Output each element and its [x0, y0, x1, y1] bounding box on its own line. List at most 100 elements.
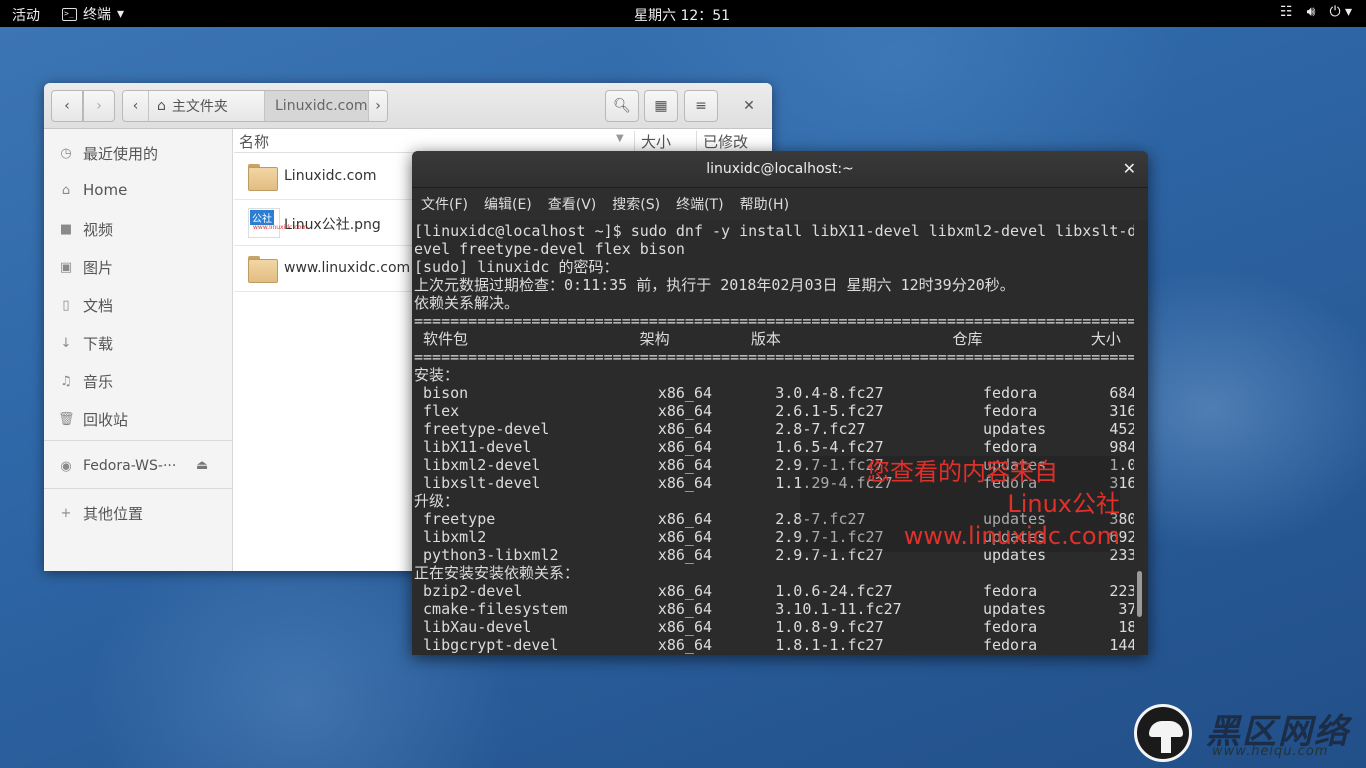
terminal-menu-item[interactable]: 文件(F) [421, 194, 468, 214]
file-row[interactable]: www.linuxidc.com [234, 246, 424, 292]
search-icon: 🔍︎ [613, 98, 631, 114]
forward-button[interactable]: › [83, 90, 115, 122]
folder-icon [248, 254, 278, 284]
terminal-line: ========================================… [414, 348, 1134, 366]
chevron-left-icon: ‹ [64, 98, 70, 114]
sidebar-separator [44, 488, 233, 489]
mushroom-logo-icon [1134, 704, 1192, 762]
path-scroll-left-button[interactable]: ‹ [123, 91, 149, 121]
sidebar-item-pictures[interactable]: ▣ 图片 [58, 256, 113, 278]
sidebar-separator [44, 440, 233, 441]
sidebar-item-fedora-disc[interactable]: ◉ Fedora-WS-··· [58, 455, 176, 477]
terminal-title: linuxidc@localhost:~ [706, 161, 854, 177]
terminal-menubar: 文件(F) 编辑(E) 查看(V) 搜索(S) 终端(T) 帮助(H) [412, 188, 1148, 220]
watermark: 您查看的内容来自 Linux公社 www.linuxidc.com [800, 456, 1120, 552]
terminal-menu-item[interactable]: 编辑(E) [484, 194, 532, 214]
column-header: 名称 ▼ 大小 已修改 [234, 129, 772, 153]
path-home-button[interactable]: ⌂ 主文件夹 [149, 91, 265, 121]
places-sidebar: ◷ 最近使用的 ⌂ Home ■ 视频 ▣ 图片 ▯ 文档 ↓ 下载 ♫ 音乐 🗑︎ 回收站 ◉… [44, 129, 233, 571]
top-bar: 活动 >_ 终端 ▾ 星期六 12：51 ☷ 🔊︎ ⏻ ▾ [0, 0, 1366, 27]
terminal-line: libX11-devel x86_64 1.6.5-4.fc27 fedora … [414, 438, 1134, 456]
sidebar-item-trash[interactable]: 🗑︎ 回收站 [58, 408, 128, 430]
chevron-right-icon: › [96, 98, 102, 114]
app-menu-label: 终端 [83, 7, 111, 23]
close-button[interactable]: ✕ [732, 90, 766, 122]
terminal-line: flex x86_64 2.6.1-5.fc27 fedora 316 k [414, 402, 1134, 420]
column-divider [634, 131, 635, 151]
eject-icon[interactable]: ⏏ [196, 458, 208, 473]
file-row[interactable]: 公社 www.linuxidc.com Linux公社.png [234, 200, 424, 246]
grid-view-button[interactable]: ▦ [644, 90, 678, 122]
terminal-line: 上次元数据过期检查：0:11:35 前，执行于 2018年02月03日 星期六 … [414, 276, 1015, 294]
search-button[interactable]: 🔍︎ [605, 90, 639, 122]
menu-button[interactable]: ≡ [684, 90, 718, 122]
terminal-menu-item[interactable]: 终端(T) [676, 194, 723, 214]
network-icon[interactable]: ☷ [1280, 4, 1293, 20]
folder-icon [248, 162, 278, 192]
path-current-button[interactable]: Linuxidc.com [265, 91, 369, 121]
terminal-line: bzip2-devel x86_64 1.0.6-24.fc27 fedora … [414, 582, 1134, 600]
sidebar-item-other-locations[interactable]: + 其他位置 [58, 502, 143, 524]
terminal-line: [linuxidc@localhost ~]$ sudo dnf -y inst… [414, 222, 1134, 240]
terminal-line: [sudo] linuxidc 的密码： [414, 258, 619, 276]
music-icon: ♫ [60, 373, 72, 389]
activities-button[interactable]: 活动 [12, 5, 40, 25]
hamburger-icon: ≡ [695, 98, 707, 114]
terminal-line: cmake-filesystem x86_64 3.10.1-11.fc27 u… [414, 600, 1134, 618]
terminal-line: freetype-devel x86_64 2.8-7.fc27 updates… [414, 420, 1134, 438]
terminal-menu-item[interactable]: 帮助(H) [740, 194, 789, 214]
clock[interactable]: 星期六 12：51 [634, 5, 730, 25]
plus-icon: + [60, 505, 72, 521]
sidebar-item-music[interactable]: ♫ 音乐 [58, 370, 113, 392]
column-divider [696, 131, 697, 151]
sidebar-item-documents[interactable]: ▯ 文档 [58, 294, 113, 316]
terminal-line: libXau-devel x86_64 1.0.8-9.fc27 fedora … [414, 618, 1134, 636]
terminal-line: bison x86_64 3.0.4-8.fc27 fedora 684 k [414, 384, 1134, 402]
close-icon[interactable]: ✕ [1123, 159, 1136, 178]
terminal-icon: >_ [62, 7, 77, 21]
camera-icon: ▣ [59, 259, 73, 275]
document-icon: ▯ [62, 297, 70, 313]
path-bar: ‹ ⌂ 主文件夹 Linuxidc.com › [122, 90, 388, 122]
volume-icon[interactable]: 🔊︎ [1307, 4, 1316, 20]
path-scroll-right-button[interactable]: › [369, 91, 387, 121]
terminal-titlebar[interactable]: linuxidc@localhost:~ ✕ [412, 151, 1148, 188]
terminal-line: 软件包 架构 版本 仓库 大小 [414, 330, 1121, 348]
terminal-window: linuxidc@localhost:~ ✕ 文件(F) 编辑(E) 查看(V) 搜索… [412, 151, 1148, 655]
terminal-line: evel freetype-devel flex bison [414, 240, 685, 258]
sidebar-item-recent[interactable]: ◷ 最近使用的 [58, 142, 158, 164]
terminal-line: ========================================… [414, 312, 1134, 330]
sidebar-item-home[interactable]: ⌂ Home [58, 179, 127, 201]
terminal-menu-item[interactable]: 搜索(S) [612, 194, 660, 214]
disc-icon: ◉ [60, 458, 72, 474]
back-button[interactable]: ‹ [51, 90, 83, 122]
home-icon: ⌂ [61, 182, 71, 198]
column-name[interactable]: 名称 [239, 131, 269, 152]
column-modified[interactable]: 已修改 [703, 131, 748, 152]
site-logo: 黑区网络 www.heiqu.com [1134, 704, 1366, 768]
terminal-scrollbar[interactable] [1137, 571, 1142, 617]
terminal-line: 安装： [414, 366, 460, 384]
video-icon: ■ [59, 221, 73, 237]
chevron-down-icon: ▾ [117, 6, 125, 22]
grid-icon: ▦ [654, 98, 668, 114]
sort-down-icon: ▼ [616, 133, 624, 144]
clock-icon: ◷ [60, 145, 72, 161]
column-size[interactable]: 大小 [641, 131, 671, 152]
trash-icon: 🗑︎ [58, 411, 75, 427]
power-icon[interactable]: ⏻ ▾ [1329, 4, 1352, 20]
file-manager-headerbar: ‹ › ‹ ⌂ 主文件夹 Linuxidc.com › 🔍︎ ▦ ≡ ✕ [44, 83, 772, 129]
file-row[interactable]: Linuxidc.com [234, 154, 424, 200]
download-icon: ↓ [60, 335, 72, 351]
sidebar-item-videos[interactable]: ■ 视频 [58, 218, 113, 240]
close-icon: ✕ [743, 98, 755, 114]
terminal-output[interactable]: [linuxidc@localhost ~]$ sudo dnf -y inst… [414, 222, 1134, 655]
image-file-icon: 公社 www.linuxidc.com [248, 208, 307, 238]
terminal-line: 正在安装安装依赖关系： [414, 564, 580, 582]
terminal-line: 依赖关系解决。 [414, 294, 520, 312]
app-menu[interactable]: >_ 终端 ▾ [62, 4, 124, 24]
terminal-line: libgcrypt-devel x86_64 1.8.1-1.fc27 fedo… [414, 636, 1134, 654]
sidebar-item-downloads[interactable]: ↓ 下载 [58, 332, 113, 354]
terminal-menu-item[interactable]: 查看(V) [548, 194, 597, 214]
system-tray[interactable]: ☷ 🔊︎ ⏻ ▾ [1280, 4, 1352, 20]
